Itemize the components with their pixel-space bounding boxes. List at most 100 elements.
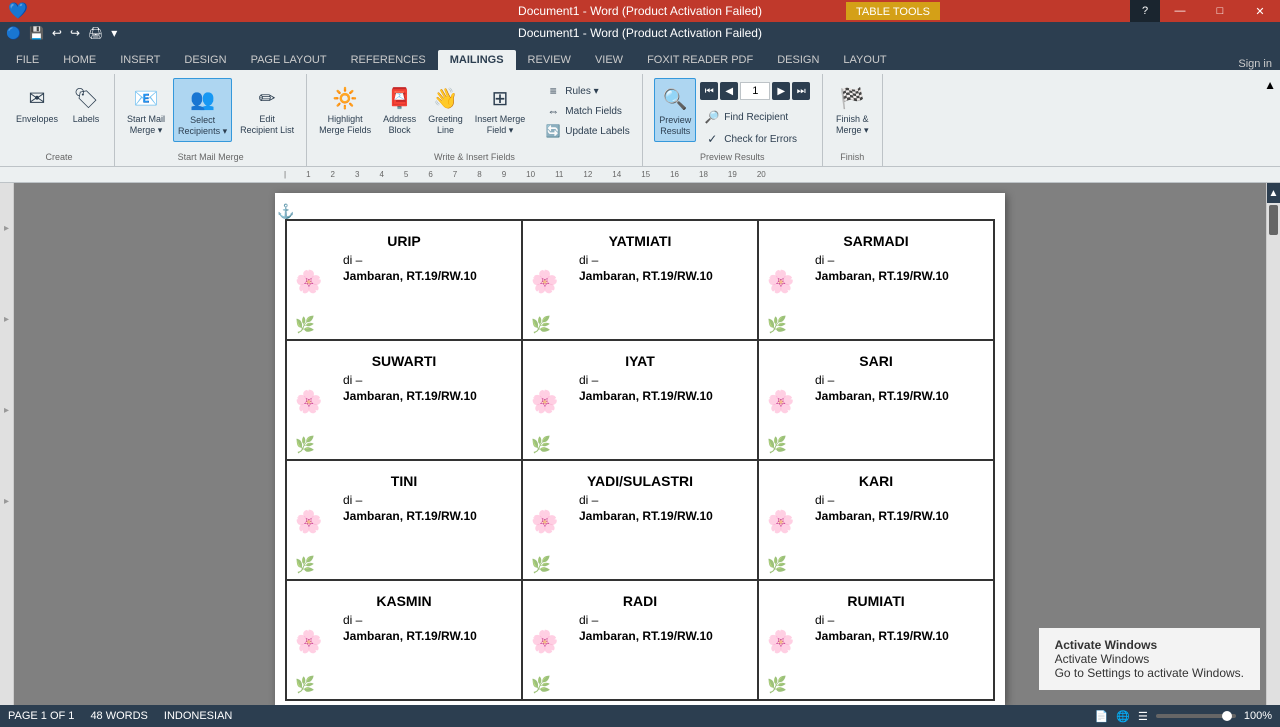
tab-design2[interactable]: DESIGN — [765, 50, 831, 70]
nav-first-button[interactable]: ⏮ — [700, 82, 718, 100]
sign-in[interactable]: Sign in — [1238, 58, 1280, 70]
preview-nav: ⏮ ◀ ▶ ⏭ — [700, 82, 810, 100]
card-bottom-decoration: 🌿 — [295, 435, 315, 455]
card-bottom-decoration: 🌿 — [767, 675, 787, 695]
view-outline-icon[interactable]: ☰ — [1138, 710, 1148, 723]
view-print-icon[interactable]: 📄 — [1095, 710, 1109, 723]
card-decoration: 🌸 — [767, 506, 794, 534]
undo-button[interactable]: ↩ — [50, 24, 64, 42]
preview-icon: 🔍 — [659, 83, 691, 115]
ribbon-collapse[interactable]: ▲ — [1264, 74, 1276, 166]
title-area: Document1 - Word (Product Activation Fai… — [518, 26, 762, 40]
tab-page-layout[interactable]: PAGE LAYOUT — [239, 50, 339, 70]
maximize-button[interactable]: □ — [1200, 0, 1240, 22]
print-button[interactable]: 🖨 — [86, 24, 105, 42]
card-bottom-decoration: 🌿 — [767, 315, 787, 335]
greeting-line-button[interactable]: 👋 GreetingLine — [424, 78, 467, 140]
card-address: Jambaran, RT.19/RW.10 — [815, 389, 977, 403]
scroll-up-button[interactable]: ▲ — [1267, 183, 1280, 203]
right-scrollbar[interactable]: ▲ — [1266, 183, 1280, 705]
card-name: URIP — [303, 233, 505, 249]
insert-merge-field-button[interactable]: ⊞ Insert MergeField ▾ — [471, 78, 530, 140]
card-name: SARMADI — [775, 233, 977, 249]
finish-label: Finish — [840, 152, 864, 162]
tab-view[interactable]: VIEW — [583, 50, 635, 70]
update-labels-button[interactable]: 🔄 Update Labels — [541, 122, 634, 140]
create-label: Create — [46, 152, 73, 162]
card-di: di – — [343, 613, 505, 627]
card-address: Jambaran, RT.19/RW.10 — [579, 509, 741, 523]
status-right: 📄 🌐 ☰ 100% — [1095, 710, 1272, 723]
ribbon: ✉ Envelopes 🏷 Labels Create 📧 Start Mail… — [0, 70, 1280, 167]
card-item: 🌸 YADI/SULASTRI di – Jambaran, RT.19/RW.… — [522, 460, 758, 580]
find-recipient-button[interactable]: 🔎 Find Recipient — [700, 108, 810, 126]
rules-button[interactable]: ≡ Rules ▾ — [541, 82, 634, 100]
tab-references[interactable]: REFERENCES — [339, 50, 438, 70]
address-block-button[interactable]: 📮 AddressBlock — [379, 78, 420, 140]
card-name: KARI — [775, 473, 977, 489]
cards-grid: 🌸 URIP di – Jambaran, RT.19/RW.10 🌿 🌸 YA… — [285, 219, 995, 701]
help-button[interactable]: ? — [1130, 0, 1160, 22]
tab-layout[interactable]: LAYOUT — [831, 50, 898, 70]
edit-recipient-list-button[interactable]: ✏ EditRecipient List — [236, 78, 298, 140]
card-address: Jambaran, RT.19/RW.10 — [815, 269, 977, 283]
tab-home[interactable]: HOME — [51, 50, 108, 70]
nav-last-button[interactable]: ⏭ — [792, 82, 810, 100]
start-mail-merge-button[interactable]: 📧 Start MailMerge ▾ — [123, 78, 169, 140]
nav-next-button[interactable]: ▶ — [772, 82, 790, 100]
preview-results-button[interactable]: 🔍 PreviewResults — [654, 78, 696, 142]
card-item: 🌸 SUWARTI di – Jambaran, RT.19/RW.10 🌿 — [286, 340, 522, 460]
write-insert-content: 🔆 HighlightMerge Fields 📮 AddressBlock 👋… — [315, 78, 634, 148]
preview-label: Preview Results — [700, 152, 765, 162]
finish-merge-button[interactable]: 🏁 Finish &Merge ▾ — [832, 78, 873, 140]
close-button[interactable]: ✕ — [1240, 0, 1280, 22]
card-address: Jambaran, RT.19/RW.10 — [815, 509, 977, 523]
save-button[interactable]: 💾 — [27, 24, 46, 42]
tab-design[interactable]: DESIGN — [172, 50, 238, 70]
card-decoration: 🌸 — [767, 386, 794, 414]
rules-icon: ≡ — [545, 84, 561, 98]
tab-mailings[interactable]: MAILINGS — [438, 50, 516, 70]
card-name: YADI/SULASTRI — [539, 473, 741, 489]
quick-access-dropdown[interactable]: ▾ — [109, 24, 119, 42]
zoom-level[interactable]: 100% — [1244, 710, 1272, 722]
anchor-area: ⚓ — [285, 203, 995, 219]
language[interactable]: INDONESIAN — [164, 710, 232, 722]
minimize-button[interactable]: — — [1160, 0, 1200, 22]
preview-nav-area: ⏮ ◀ ▶ ⏭ 🔎 Find Recipient ✓ Check for Err… — [700, 82, 810, 148]
redo-button[interactable]: ↪ — [68, 24, 82, 42]
scroll-thumb[interactable] — [1269, 205, 1278, 235]
labels-button[interactable]: 🏷 Labels — [66, 78, 106, 129]
write-insert-label: Write & Insert Fields — [434, 152, 515, 162]
card-di: di – — [815, 373, 977, 387]
zoom-slider[interactable] — [1156, 714, 1236, 718]
finish-content: 🏁 Finish &Merge ▾ — [832, 78, 873, 148]
card-decoration: 🌸 — [295, 506, 322, 534]
nav-prev-button[interactable]: ◀ — [720, 82, 738, 100]
finish-icon: 🏁 — [836, 82, 868, 114]
recipients-icon: 👥 — [187, 83, 219, 115]
card-item: 🌸 RUMIATI di – Jambaran, RT.19/RW.10 🌿 — [758, 580, 994, 700]
card-decoration: 🌸 — [531, 506, 558, 534]
tab-file[interactable]: FILE — [4, 50, 51, 70]
card-di: di – — [579, 253, 741, 267]
card-item: 🌸 URIP di – Jambaran, RT.19/RW.10 🌿 — [286, 220, 522, 340]
tab-foxit[interactable]: FOXIT READER PDF — [635, 50, 765, 70]
document-area: ⚓ 🌸 URIP di – Jambaran, RT.19/RW.10 🌿 🌸 … — [14, 183, 1266, 705]
highlight-merge-fields-button[interactable]: 🔆 HighlightMerge Fields — [315, 78, 375, 140]
card-bottom-decoration: 🌿 — [767, 435, 787, 455]
tab-review[interactable]: REVIEW — [516, 50, 583, 70]
window-controls: ? — □ ✕ — [1130, 0, 1280, 22]
match-icon: ⇔ — [545, 104, 561, 118]
table-tools-badge: TABLE TOOLS — [846, 2, 940, 20]
labels-icon: 🏷 — [70, 82, 102, 114]
nav-page-input[interactable] — [740, 82, 770, 100]
select-recipients-button[interactable]: 👥 SelectRecipients ▾ — [173, 78, 232, 142]
title-bar: 💙 Document1 - Word (Product Activation F… — [0, 0, 1280, 22]
check-errors-button[interactable]: ✓ Check for Errors — [700, 130, 810, 148]
envelopes-button[interactable]: ✉ Envelopes — [12, 78, 62, 129]
tab-insert[interactable]: INSERT — [108, 50, 172, 70]
card-decoration: 🌸 — [767, 266, 794, 294]
view-web-icon[interactable]: 🌐 — [1116, 710, 1130, 723]
match-fields-button[interactable]: ⇔ Match Fields — [541, 102, 634, 120]
